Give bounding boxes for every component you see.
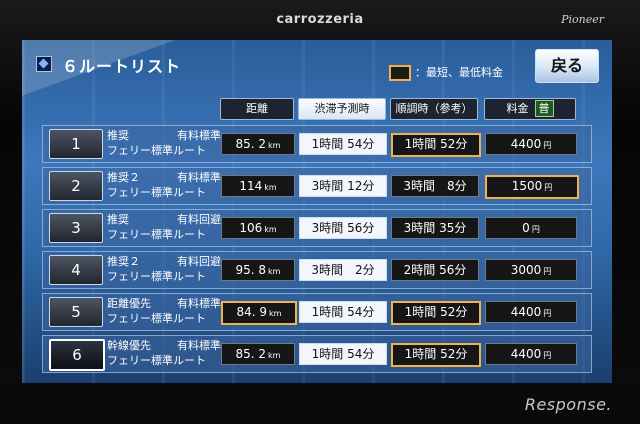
route-ferry-option: フェリー標準ルート — [107, 354, 206, 367]
route-type: 推奨２ — [107, 255, 140, 268]
route-number-button[interactable]: 4 — [49, 255, 103, 285]
route-fee: 3000 円 — [485, 259, 577, 281]
route-number-button[interactable]: 2 — [49, 171, 103, 201]
route-ferry-option: フェリー標準ルート — [107, 312, 206, 325]
route-toll-option: 有料回避 — [177, 255, 221, 268]
route-toll-option: 有料回避 — [177, 213, 221, 226]
route-number-button[interactable]: 1 — [49, 129, 103, 159]
route-description: 推奨２ 有料標準 フェリー標準ルート — [107, 170, 221, 200]
route-number-button[interactable]: 6 — [49, 339, 105, 371]
route-description: 推奨 有料標準 フェリー標準ルート — [107, 128, 221, 158]
header-congestion[interactable]: 渋滞予測時 — [298, 98, 386, 120]
route-fee: 4400 円 — [485, 301, 577, 323]
header-distance[interactable]: 距離 — [220, 98, 294, 120]
nav-screen: ６ルートリスト ：最短、最低料金 戻る 距離 渋滞予測時 順調時（参考） 料金普… — [22, 40, 612, 383]
route-description: 幹線優先 有料標準 フェリー標準ルート — [107, 338, 221, 368]
route-smooth-time: 1時間 52分 — [391, 343, 481, 367]
back-button[interactable]: 戻る — [535, 49, 599, 83]
header-fee[interactable]: 料金普 — [484, 98, 576, 120]
highlight-legend-text: ：最短、最低料金 — [415, 66, 503, 79]
title-bar: ６ルートリスト ：最短、最低料金 戻る — [22, 40, 612, 90]
route-distance: 106 km — [221, 217, 295, 239]
route-description: 推奨２ 有料回避 フェリー標準ルート — [107, 254, 221, 284]
route-smooth-time: 3時間 35分 — [391, 217, 479, 239]
route-toll-option: 有料標準 — [177, 129, 221, 142]
route-distance: 85. 2 km — [221, 133, 295, 155]
route-distance: 84. 9 km — [221, 301, 297, 325]
route-smooth-time: 3時間 8分 — [391, 175, 479, 197]
route-ferry-option: フェリー標準ルート — [107, 144, 206, 157]
vehicle-class-badge: 普 — [534, 100, 554, 117]
route-number-button[interactable]: 5 — [49, 297, 103, 327]
route-toll-option: 有料標準 — [177, 297, 221, 310]
route-congestion-time: 1時間 54分 — [299, 301, 387, 323]
route-row[interactable]: 2 推奨２ 有料標準 フェリー標準ルート 114 km 3時間 12分 3時間 8分… — [42, 167, 592, 205]
route-congestion-time: 3時間 2分 — [299, 259, 387, 281]
route-smooth-time: 1時間 52分 — [391, 133, 481, 157]
header-smooth[interactable]: 順調時（参考） — [390, 98, 478, 120]
route-row[interactable]: 5 距離優先 有料標準 フェリー標準ルート 84. 9 km 1時間 54分 1時間… — [42, 293, 592, 331]
route-smooth-time: 1時間 52分 — [391, 301, 481, 325]
response-watermark: Response. — [524, 395, 612, 414]
page-title: ６ルートリスト — [62, 57, 182, 76]
route-congestion-time: 1時間 54分 — [299, 343, 387, 365]
route-number-button[interactable]: 3 — [49, 213, 103, 243]
route-congestion-time: 3時間 12分 — [299, 175, 387, 197]
route-type: 推奨 — [107, 213, 129, 226]
route-type: 幹線優先 — [107, 339, 151, 352]
header-fee-label: 料金 — [506, 102, 529, 115]
route-row-selected[interactable]: 6 幹線優先 有料標準 フェリー標準ルート 85. 2 km 1時間 54分 1時間… — [42, 335, 592, 373]
route-list-icon — [36, 56, 52, 72]
brand-logo: carrozzeria — [276, 12, 364, 27]
route-fee: 4400 円 — [485, 133, 577, 155]
route-type: 推奨 — [107, 129, 129, 142]
route-toll-option: 有料標準 — [177, 171, 221, 184]
route-ferry-option: フェリー標準ルート — [107, 186, 206, 199]
route-congestion-time: 1時間 54分 — [299, 133, 387, 155]
route-smooth-time: 2時間 56分 — [391, 259, 479, 281]
route-row[interactable]: 1 推奨 有料標準 フェリー標準ルート 85. 2 km 1時間 54分 1時間 5… — [42, 125, 592, 163]
route-row[interactable]: 4 推奨２ 有料回避 フェリー標準ルート 95. 8 km 3時間 2分 2時間 5… — [42, 251, 592, 289]
maker-logo: Pioneer — [561, 13, 604, 26]
route-distance: 85. 2 km — [221, 343, 295, 365]
route-description: 推奨 有料回避 フェリー標準ルート — [107, 212, 221, 242]
route-toll-option: 有料標準 — [177, 339, 221, 352]
route-type: 距離優先 — [107, 297, 151, 310]
route-ferry-option: フェリー標準ルート — [107, 228, 206, 241]
route-congestion-time: 3時間 56分 — [299, 217, 387, 239]
route-fee: 0円 — [485, 217, 577, 239]
route-distance: 95. 8 km — [221, 259, 295, 281]
route-row[interactable]: 3 推奨 有料回避 フェリー標準ルート 106 km 3時間 56分 3時間 35分… — [42, 209, 592, 247]
highlight-legend-swatch — [389, 65, 411, 81]
route-distance: 114 km — [221, 175, 295, 197]
route-type: 推奨２ — [107, 171, 140, 184]
route-fee: 4400 円 — [485, 343, 577, 365]
route-fee: 1500 円 — [485, 175, 579, 199]
route-ferry-option: フェリー標準ルート — [107, 270, 206, 283]
route-description: 距離優先 有料標準 フェリー標準ルート — [107, 296, 221, 326]
